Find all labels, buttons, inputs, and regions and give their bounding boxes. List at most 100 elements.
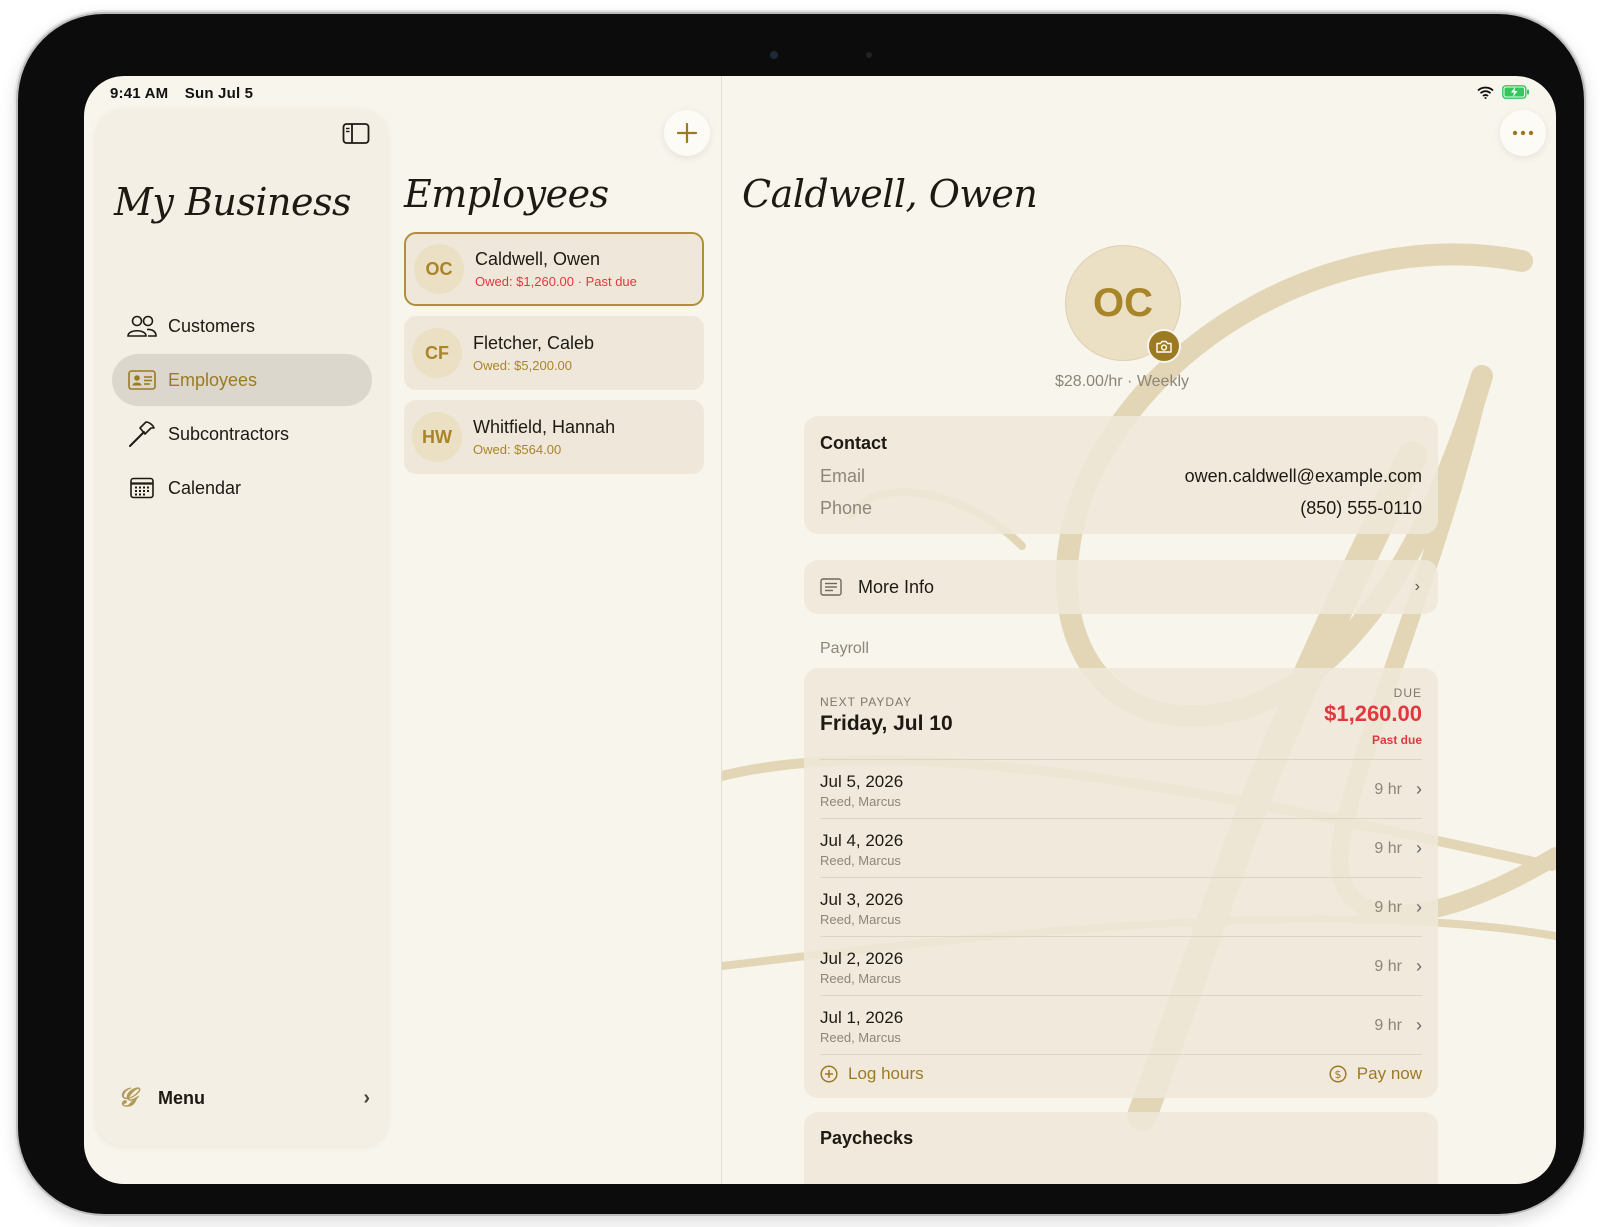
sidebar-toggle-icon[interactable] [342,122,370,146]
camera-dot [770,51,778,59]
plus-circle-icon [820,1065,838,1083]
dollar-circle-icon: $ [1329,1065,1347,1083]
entry-hours: 9 hr [1374,958,1402,975]
phone-value[interactable]: (850) 555-0110 [1300,498,1422,519]
chevron-right-icon: › [1416,897,1422,917]
employee-list-column: Employees OC Caldwell, Owen Owed: $1,260… [388,76,721,1184]
pay-now-button[interactable]: $ Pay now [1329,1064,1422,1084]
sidebar-item-employees[interactable]: Employees [112,354,372,406]
sidebar-item-label: Customers [168,315,256,336]
entry-date: Jul 2, 2026 [820,949,904,968]
more-options-button[interactable] [1500,110,1546,156]
entry-date: Jul 5, 2026 [820,772,904,791]
next-payday-label: NEXT PAYDAY [820,695,913,709]
chevron-right-icon: › [1416,779,1422,799]
employee-row-whitfield[interactable]: HW Whitfield, Hannah Owed: $564.00 [404,400,704,474]
menu-row[interactable]: 𝒢 Menu › [118,1080,370,1116]
sidebar-item-customers[interactable]: Customers [112,300,372,352]
status-time: 9:41 AM [110,85,169,102]
time-entry-row[interactable]: Jul 5, 2026 Reed, Marcus 9 hr › [820,760,1422,817]
entry-hours: 9 hr [1374,899,1402,916]
phone-label: Phone [820,498,873,518]
entry-date: Jul 4, 2026 [820,831,904,850]
employee-name: Caldwell, Owen [475,249,601,269]
entry-worker: Reed, Marcus [820,853,901,868]
sidebar-nav: Customers Employees Subcontractors Calen… [112,300,372,516]
entry-hours: 9 hr [1374,781,1402,798]
email-row[interactable]: Email owen.caldwell@example.com [820,466,1422,487]
email-label: Email [820,466,866,486]
employee-name: Fletcher, Caleb [473,333,595,353]
paychecks-card: Paychecks [804,1112,1438,1184]
phone-row[interactable]: Phone (850) 555-0110 [820,498,1422,519]
sidebar-title: My Business [114,180,351,224]
document-list-icon [820,578,842,596]
avatar: OC [414,244,464,294]
entry-hours: 9 hr [1374,840,1402,857]
chevron-right-icon: › [363,1086,370,1109]
contact-card: Contact Email owen.caldwell@example.com … [804,416,1438,534]
add-employee-button[interactable] [664,110,710,156]
detail-title: Caldwell, Owen [742,172,1038,216]
log-hours-label: Log hours [848,1064,924,1083]
employee-owed: Owed: $564.00 [473,442,562,457]
pay-now-label: Pay now [1356,1064,1422,1083]
employees-title: Employees [404,172,609,216]
people-icon [126,312,158,340]
avatar: CF [412,328,462,378]
entry-hours: 9 hr [1374,1017,1402,1034]
chevron-right-icon: › [1416,956,1422,976]
sidebar-item-subcontractors[interactable]: Subcontractors [112,408,372,460]
more-info-label: More Info [858,576,935,597]
pay-rate: $28.00/hr · Weekly [1055,373,1189,390]
divider [820,1054,1422,1055]
email-value[interactable]: owen.caldwell@example.com [1185,466,1422,487]
logo-monogram-icon: 𝒢 [118,1082,137,1113]
hammer-icon [126,420,158,448]
sidebar: My Business Customers Employees Subcontr… [96,110,388,1146]
time-entry-row[interactable]: Jul 2, 2026 Reed, Marcus 9 hr › [820,937,1422,994]
due-label: DUE [1393,686,1422,700]
payroll-section-label: Payroll [820,640,869,657]
entry-date: Jul 1, 2026 [820,1008,904,1027]
chevron-right-icon: › [1416,1015,1422,1035]
employee-name: Whitfield, Hannah [473,417,616,437]
screen: 9:41 AM Sun Jul 5 My Business Customers … [84,76,1556,1184]
entry-date: Jul 3, 2026 [820,890,904,909]
ipad-frame: 9:41 AM Sun Jul 5 My Business Customers … [18,14,1584,1214]
menu-label: Menu [158,1087,205,1108]
employee-owed: Owed: $5,200.00 [473,358,573,373]
change-photo-button[interactable] [1147,329,1181,363]
contact-title: Contact [820,433,887,453]
time-entry-row[interactable]: Jul 4, 2026 Reed, Marcus 9 hr › [820,819,1422,876]
due-amount: $1,260.00 [1324,701,1422,726]
entry-worker: Reed, Marcus [820,971,901,986]
sidebar-item-calendar[interactable]: Calendar [112,462,372,514]
employee-row-caldwell[interactable]: OC Caldwell, Owen Owed: $1,260.00 · Past… [404,232,704,306]
employee-row-fletcher[interactable]: CF Fletcher, Caleb Owed: $5,200.00 [404,316,704,390]
calendar-icon [126,474,158,502]
entry-worker: Reed, Marcus [820,794,901,809]
sidebar-item-label: Calendar [168,477,242,498]
time-entry-row[interactable]: Jul 3, 2026 Reed, Marcus 9 hr › [820,878,1422,935]
avatar: HW [412,412,462,462]
entry-worker: Reed, Marcus [820,1030,901,1045]
svg-text:$: $ [1334,1068,1341,1081]
employee-detail: Caldwell, Owen OC $28.00/hr · Weekly Con… [722,76,1556,1184]
chevron-right-icon: › [1414,578,1420,595]
camera-icon [1156,340,1172,353]
payroll-card: NEXT PAYDAY Friday, Jul 10 DUE $1,260.00… [804,668,1438,1098]
status-date: Sun Jul 5 [184,85,254,102]
employee-owed: Owed: $1,260.00 · Past due [475,274,637,289]
time-entry-row[interactable]: Jul 1, 2026 Reed, Marcus 9 hr › [820,996,1422,1053]
log-hours-button[interactable]: Log hours [820,1064,924,1084]
more-info-row[interactable]: More Info › [804,560,1438,614]
sidebar-item-label: Subcontractors [168,423,290,444]
entry-worker: Reed, Marcus [820,912,901,927]
sidebar-item-label: Employees [168,369,258,390]
plus-icon [677,123,697,143]
chevron-right-icon: › [1416,838,1422,858]
next-payday-date: Friday, Jul 10 [820,712,953,735]
paychecks-title: Paychecks [820,1128,914,1148]
due-status-badge: Past due [1371,733,1422,747]
